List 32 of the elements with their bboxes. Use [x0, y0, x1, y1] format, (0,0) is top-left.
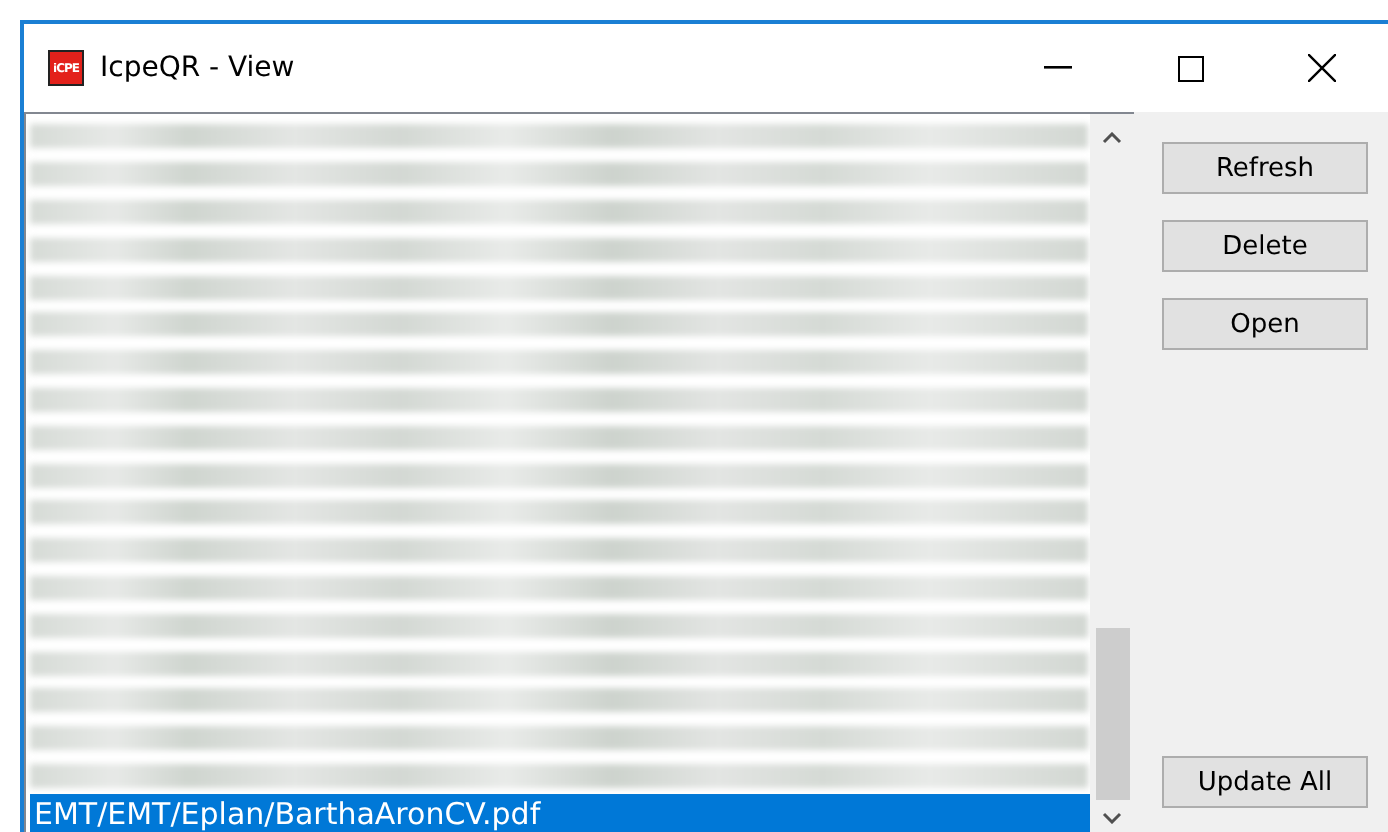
blurred-list-item[interactable]	[30, 538, 1088, 563]
blurred-list-item[interactable]	[30, 162, 1088, 187]
scroll-thumb[interactable]	[1095, 628, 1129, 800]
action-button[interactable]: Open	[1162, 298, 1368, 350]
scroll-down-icon	[1102, 812, 1122, 824]
action-button[interactable]: Refresh	[1162, 142, 1368, 194]
blurred-list-item[interactable]	[30, 275, 1088, 300]
file-list[interactable]: EMT/EMT/Eplan/BarthaAronCV.pdf	[24, 112, 1134, 832]
blurred-list-item[interactable]	[30, 387, 1088, 412]
blurred-list-item[interactable]	[30, 688, 1088, 713]
blurred-list-item[interactable]	[30, 124, 1088, 149]
blurred-list-item[interactable]	[30, 651, 1088, 676]
maximize-icon	[1177, 55, 1203, 81]
blurred-list-item[interactable]	[30, 350, 1088, 375]
list-item[interactable]: EMT/EMT/Eplan/BarthaAronCV.pdf	[30, 794, 1090, 832]
blurred-list-item[interactable]	[30, 425, 1088, 450]
blurred-list-item[interactable]	[30, 763, 1088, 788]
scroll-up-icon	[1102, 132, 1122, 144]
close-icon	[1308, 54, 1336, 82]
blurred-list-item[interactable]	[30, 312, 1088, 337]
blurred-list-item[interactable]	[30, 199, 1088, 224]
minimize-icon	[1044, 66, 1072, 70]
blurred-list-item[interactable]	[30, 613, 1088, 638]
update-all-button[interactable]: Update All	[1162, 756, 1368, 808]
window-title: IcpeQR - View	[100, 52, 297, 84]
blurred-list-item[interactable]	[30, 500, 1088, 525]
blurred-list-item[interactable]	[30, 575, 1088, 600]
blurred-list-item[interactable]	[30, 463, 1088, 488]
blurred-list-item[interactable]	[30, 237, 1088, 262]
action-button[interactable]: Delete	[1162, 220, 1368, 272]
scrollbar[interactable]	[1090, 114, 1134, 832]
blurred-list-item[interactable]	[30, 726, 1088, 751]
